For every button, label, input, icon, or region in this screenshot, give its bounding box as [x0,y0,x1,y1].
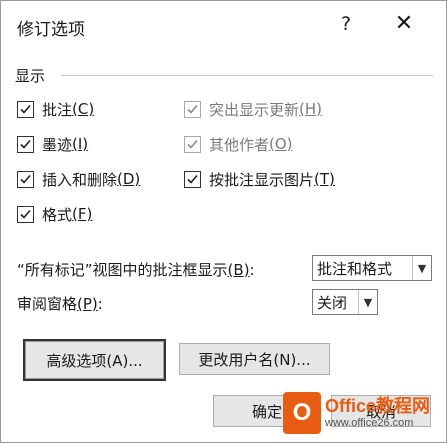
track-changes-options-dialog: 修订选项 ? ✕ 显示 批注 (C) 突出显示更新 (H) 墨迹 (I) 其他作者 (O… [0,0,447,443]
checkbox-box [184,135,201,153]
label-colon: : [249,261,255,279]
checkbox-label: 其他作者 [209,135,270,154]
checkbox-label: 插入和删除 [42,170,118,189]
checkbox-box[interactable] [17,100,34,118]
balloons-label: “所有标记”视图中的批注框显示(B): [17,259,255,280]
checkbox-box [184,100,201,118]
checkbox-label: 按批注显示图片 [209,170,315,189]
chevron-down-icon[interactable]: ▼ [412,256,431,280]
accelerator-key: (F) [72,205,93,223]
accelerator-key: (D) [117,170,141,188]
title-bar: 修订选项 ? ✕ [1,1,446,53]
checkbox-pictures-by-comments[interactable]: 按批注显示图片 (T) [184,167,335,191]
advanced-options-button[interactable]: 高级选项(A)... [23,339,166,381]
checkmark-icon [20,209,31,219]
checkmark-icon [187,174,198,184]
accelerator-key: (C) [72,100,95,118]
checkmark-icon [187,139,198,149]
office-logo-icon: O [283,392,321,434]
close-button[interactable]: ✕ [391,11,417,36]
balloons-select-value: 批注和格式 [317,259,393,278]
checkbox-label: 墨迹 [42,135,73,154]
checkbox-box[interactable] [17,170,34,188]
checkbox-formatting[interactable]: 格式 (F) [17,202,92,226]
checkbox-box[interactable] [17,135,34,153]
checkbox-other-authors: 其他作者 (O) [184,132,293,156]
checkmark-icon [20,104,31,114]
site-watermark: O Office教程网 www.office26.com [283,387,443,439]
accelerator-key: (T) [314,170,335,188]
reviewing-pane-select-value: 关闭 [317,293,348,312]
change-user-name-button[interactable]: 更改用户名(N)... [179,343,330,375]
checkbox-label: 突出显示更新 [209,100,300,119]
checkbox-label: 批注 [42,100,73,119]
dialog-title: 修订选项 [17,20,85,40]
checkmark-icon [20,139,31,149]
label-colon: : [97,295,103,313]
reviewing-pane-select[interactable]: 关闭 ▼ [312,289,378,315]
balloons-select[interactable]: 批注和格式 ▼ [312,255,432,281]
checkbox-highlight-updates: 突出显示更新 (H) [184,97,322,121]
checkbox-comments[interactable]: 批注 (C) [17,97,94,121]
accelerator-key: (H) [299,100,322,118]
section-divider [61,75,433,76]
checkmark-icon [187,104,198,114]
accelerator-key: (I) [72,135,89,153]
checkbox-insertions-deletions[interactable]: 插入和删除 (D) [17,167,140,191]
checkbox-ink[interactable]: 墨迹 (I) [17,132,88,156]
watermark-line1: Office教程网 [325,396,431,417]
accelerator-key: (O) [269,135,293,153]
checkmark-icon [20,174,31,184]
chevron-down-icon[interactable]: ▼ [358,290,377,314]
display-section-label: 显示 [15,67,46,85]
accelerator-key: (P) [77,295,98,313]
reviewing-pane-label: 审阅窗格(P): [17,293,103,314]
checkbox-box[interactable] [17,205,34,223]
reviewing-pane-label-text: 审阅窗格 [17,295,78,313]
help-button[interactable]: ? [334,13,358,35]
accelerator-key: (B) [227,261,250,279]
watermark-text: Office教程网 www.office26.com [325,396,431,429]
watermark-line2: www.office26.com [325,416,414,429]
checkbox-box[interactable] [184,170,201,188]
balloons-label-text: “所有标记”视图中的批注框显示 [17,261,228,279]
checkbox-label: 格式 [42,205,73,224]
